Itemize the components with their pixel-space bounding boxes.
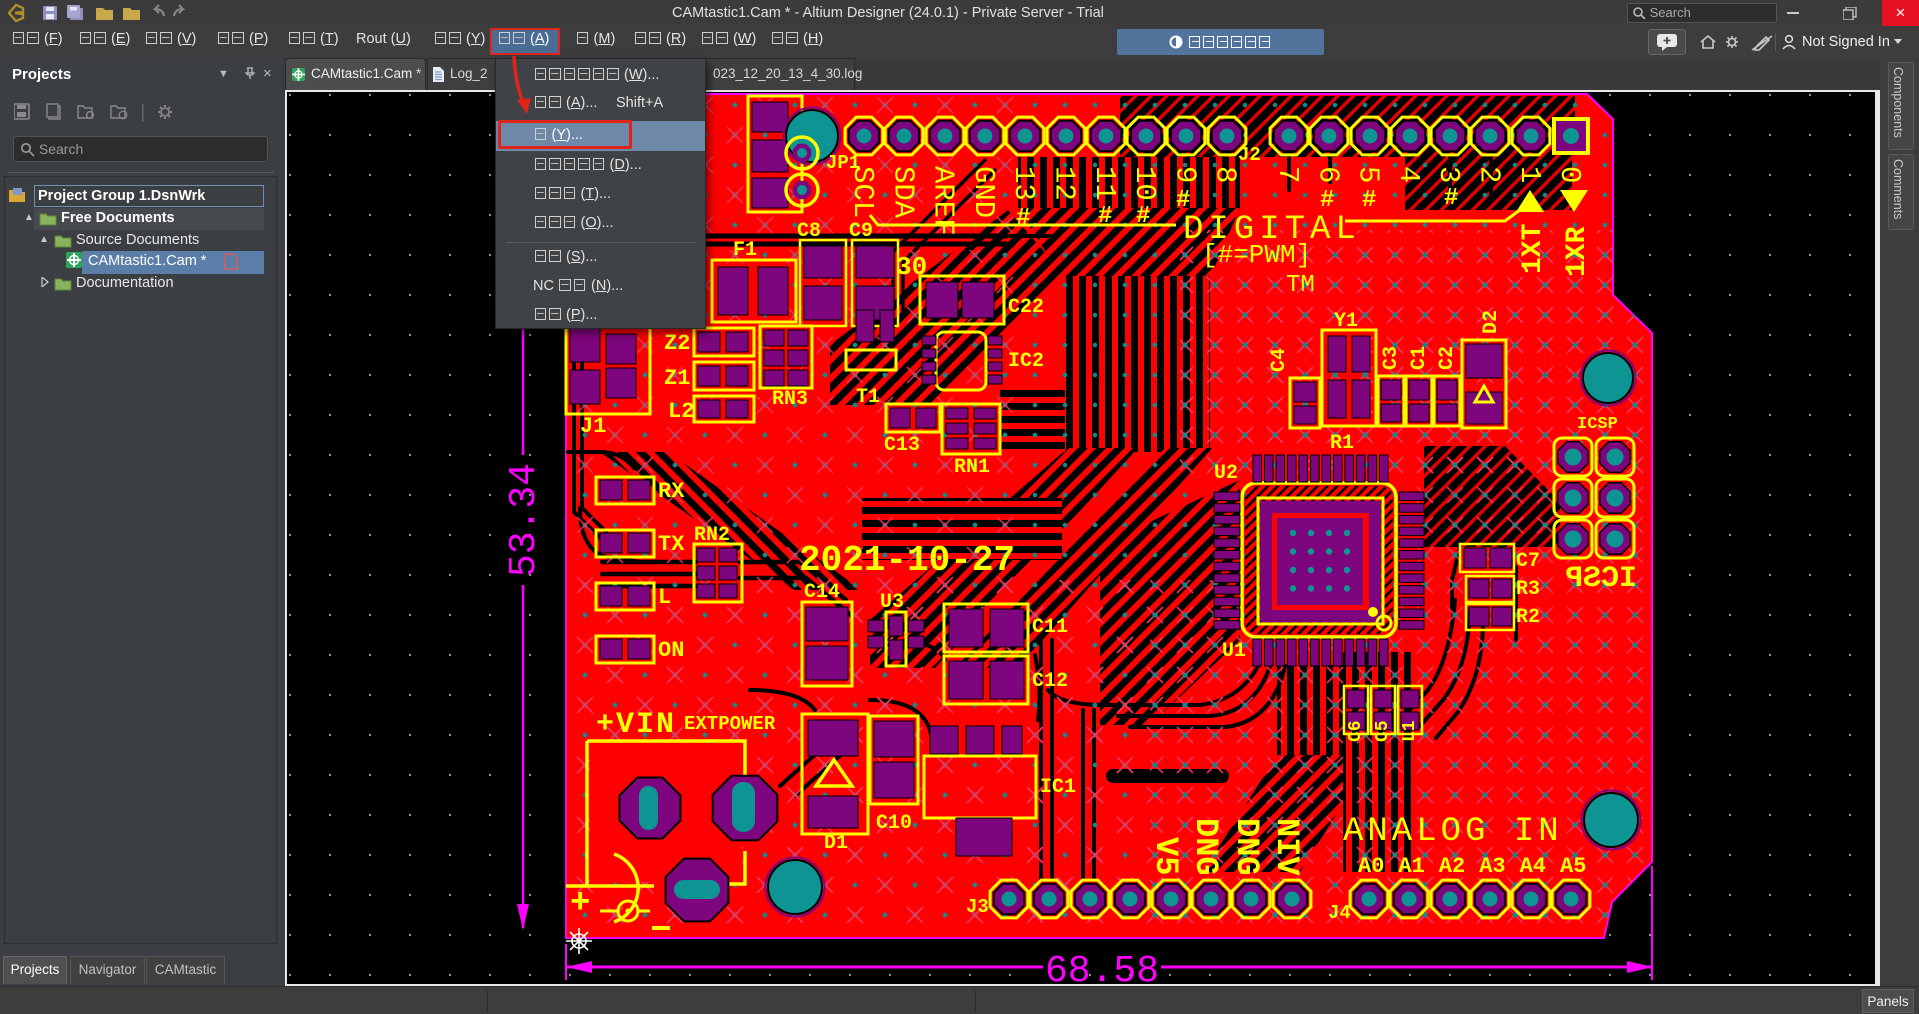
- svg-text:U2: U2: [1214, 462, 1238, 485]
- svg-text:C13: C13: [884, 434, 920, 457]
- svg-text:V5: V5: [1147, 837, 1184, 875]
- svg-text:C9: C9: [849, 220, 873, 243]
- svg-text:J4: J4: [1328, 902, 1351, 924]
- svg-text:Z1: Z1: [664, 366, 690, 391]
- svg-text:C14: C14: [804, 581, 840, 604]
- svg-text:#: #: [1362, 187, 1376, 214]
- svg-text:L: L: [658, 585, 671, 610]
- svg-text:NIV: NIV: [1268, 818, 1305, 876]
- svg-text:#: #: [1320, 187, 1334, 214]
- svg-text:ON: ON: [658, 638, 684, 663]
- svg-text:ANALOG IN: ANALOG IN: [1343, 813, 1563, 851]
- svg-text:U3: U3: [880, 591, 904, 614]
- svg-text:[#=PWM]: [#=PWM]: [1202, 240, 1311, 270]
- svg-text:#: #: [1444, 185, 1458, 212]
- svg-text:A1: A1: [1398, 854, 1424, 879]
- svg-text:RN1: RN1: [954, 456, 990, 479]
- svg-text:IC1: IC1: [1040, 776, 1076, 799]
- svg-text:R1: R1: [1330, 432, 1354, 455]
- svg-text:11: 11: [1088, 166, 1121, 201]
- svg-text:SCL: SCL: [846, 166, 879, 218]
- svg-text:J2: J2: [1238, 144, 1261, 166]
- svg-text:D2: D2: [1480, 310, 1503, 334]
- svg-text:GND: GND: [967, 166, 1000, 218]
- svg-text:A4: A4: [1520, 854, 1546, 879]
- svg-text:ICSP: ICSP: [1565, 562, 1637, 596]
- svg-text:A2: A2: [1439, 854, 1465, 879]
- svg-text:C1: C1: [1408, 346, 1431, 370]
- svg-text:+: +: [570, 885, 590, 923]
- svg-text:4: 4: [1392, 166, 1425, 183]
- svg-text:R2: R2: [1516, 606, 1540, 629]
- svg-text:5: 5: [1352, 166, 1385, 183]
- svg-text:2021-10-27: 2021-10-27: [799, 540, 1015, 581]
- svg-text:RN3: RN3: [772, 388, 808, 411]
- svg-text:J3: J3: [966, 896, 989, 918]
- svg-text:1XT: 1XT: [1518, 224, 1549, 274]
- svg-text:12: 12: [1048, 166, 1081, 201]
- svg-text:C12: C12: [1032, 670, 1068, 693]
- svg-text:TM: TM: [1286, 272, 1315, 299]
- svg-text:53.34: 53.34: [503, 463, 546, 577]
- svg-text:ICSP: ICSP: [1577, 415, 1618, 434]
- svg-text:L1: L1: [1400, 720, 1420, 742]
- svg-text:F1: F1: [733, 239, 757, 262]
- svg-text:IC2: IC2: [1008, 350, 1044, 373]
- svg-text:1: 1: [1513, 166, 1546, 183]
- svg-text:C10: C10: [876, 812, 912, 835]
- svg-text:2: 2: [1473, 166, 1506, 183]
- svg-text:J1: J1: [580, 414, 606, 439]
- svg-text:C4: C4: [1268, 348, 1291, 372]
- svg-text:U1: U1: [1222, 640, 1246, 663]
- svg-text:68.58: 68.58: [1045, 950, 1159, 984]
- svg-text:Y1: Y1: [1334, 310, 1358, 333]
- svg-text:3: 3: [1432, 166, 1465, 183]
- svg-text:C3: C3: [1380, 346, 1403, 370]
- svg-text:DNG: DNG: [1187, 818, 1224, 876]
- svg-text:0: 0: [1553, 166, 1586, 183]
- svg-text:C5: C5: [1373, 720, 1393, 742]
- svg-text:C8: C8: [797, 220, 821, 243]
- svg-text:7: 7: [1271, 166, 1304, 183]
- svg-text:C22: C22: [1008, 296, 1044, 319]
- svg-text:C2: C2: [1436, 346, 1459, 370]
- svg-text:DNG: DNG: [1228, 818, 1265, 876]
- svg-text:10: 10: [1128, 166, 1161, 201]
- svg-text:1XR: 1XR: [1562, 226, 1593, 277]
- svg-text:A5: A5: [1560, 854, 1586, 879]
- svg-text:C7: C7: [1516, 550, 1540, 573]
- svg-text:RN2: RN2: [694, 524, 730, 547]
- svg-text:13: 13: [1007, 166, 1040, 201]
- svg-text:#: #: [1176, 187, 1190, 214]
- svg-text:R3: R3: [1516, 578, 1540, 601]
- svg-text:SDA: SDA: [886, 166, 919, 219]
- svg-text:TX: TX: [658, 532, 685, 557]
- svg-text:D1: D1: [824, 832, 848, 855]
- svg-text:+VIN: +VIN: [596, 708, 676, 742]
- svg-text:#: #: [1016, 205, 1030, 232]
- svg-text:C11: C11: [1032, 616, 1068, 639]
- svg-text:C6: C6: [1346, 720, 1366, 742]
- svg-text:Z2: Z2: [664, 331, 690, 356]
- svg-text:T1: T1: [856, 386, 880, 409]
- svg-text:A0: A0: [1358, 854, 1384, 879]
- svg-text:EXTPOWER: EXTPOWER: [684, 713, 776, 735]
- svg-text:L2: L2: [668, 399, 694, 424]
- svg-text:RX: RX: [658, 479, 685, 504]
- svg-text:8: 8: [1209, 166, 1242, 183]
- svg-text:A3: A3: [1479, 854, 1505, 879]
- svg-text:9: 9: [1168, 166, 1201, 183]
- svg-text:6: 6: [1311, 166, 1344, 183]
